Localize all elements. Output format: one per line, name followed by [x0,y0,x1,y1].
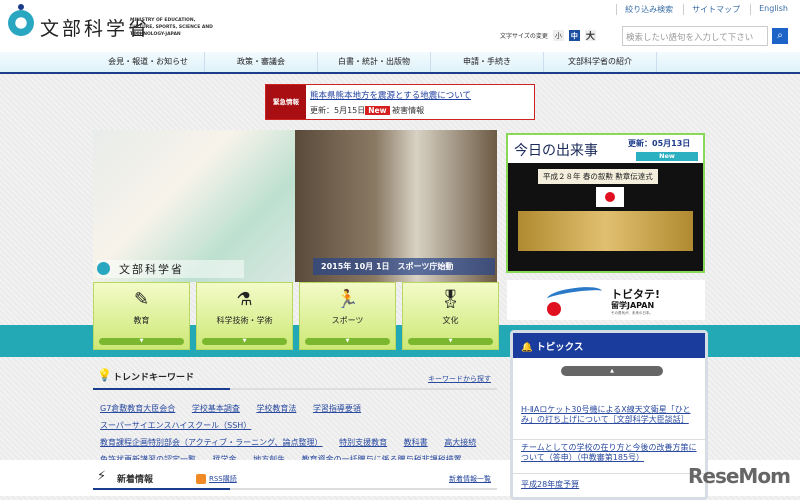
scroll-up-button[interactable]: ▲ [561,366,663,376]
utility-links: 絞り込み検索 サイトマップ English [616,4,788,15]
keyword-link[interactable]: 教育課程企画特別部会（アクティブ・ラーニング、論点整理） [100,438,323,447]
search-input[interactable]: 検索したい語句を入力して下さい [622,26,768,46]
alert-update: 更新：5月15日 New 被害情報 [310,105,424,116]
logo-english: MINISTRY OF EDUCATION, CULTURE, SPORTS, … [130,18,213,37]
ministry-logo-icon[interactable] [8,10,34,36]
banner-subtitle: 留学JAPAN [611,301,655,310]
today-header: 今日の出来事 更新：05月13日 New [508,135,703,163]
topics-panel: 🔔 トピックス ▲ H-ⅡAロケット30号機によるX線天文衛星「ひとみ」の打ち上… [510,330,708,500]
nav-press[interactable]: 会見・報道・お知らせ [92,52,205,72]
pencil-icon: ✎ [133,289,150,310]
topic-item[interactable]: チームとしての学校の在り方と今後の改善方策について（答申）（中教審第185号） [521,443,699,463]
keyword-link[interactable]: 学習指導要領 [313,404,361,413]
keyword-link[interactable]: 教科書 [404,438,428,447]
japan-flag [596,187,624,207]
font-size-small[interactable]: 小 [552,30,564,41]
divider [513,439,705,440]
keyword-link[interactable]: 特別支援教育 [339,438,387,447]
font-size-control: 文字サイズの変更 小 中 大 [500,30,596,42]
keyword-link[interactable]: 高大接続 [444,438,476,447]
chevron-down-icon: ▼ [202,338,287,345]
trend-header: 💡 トレンドキーワード キーワードから探す [93,366,497,390]
today-title: 今日の出来事 [514,143,598,159]
topics-header: 🔔 トピックス [513,333,705,358]
trend-title: トレンドキーワード [113,373,195,383]
alert-link[interactable]: 熊本県熊本地方を震源とする地震について [310,89,471,101]
keyword-link[interactable]: 学校教育法 [256,404,296,413]
watermark: ReseMom [688,464,791,488]
alert-suffix: 被害情報 [392,106,425,115]
sun-icon [547,302,561,316]
bell-icon: 🔔 [521,342,533,353]
font-size-medium[interactable]: 中 [568,30,580,41]
news-header: ⚡ 新着情報 RSS購読 新着情報一覧 [93,468,497,490]
sitemap-link[interactable]: サイトマップ [683,4,740,15]
lightbulb-icon: 💡 [97,368,112,382]
rss-link[interactable]: RSS購読 [209,474,237,484]
lightning-icon: ⚡ [97,469,107,484]
category-label: 文化 [442,316,459,325]
keyword-search-link[interactable]: キーワードから探す [428,374,491,384]
nav-policy[interactable]: 政策・審議会 [205,52,318,72]
news-title: 新着情報 [117,475,154,485]
topic-item[interactable]: 平成28年度予算 [521,480,699,490]
divider [513,473,705,474]
new-badge: New [636,152,698,161]
english-link[interactable]: English [750,4,788,15]
hero-logo-icon [97,262,110,275]
search-icon[interactable]: ⌕ [772,28,788,44]
chevron-down-icon: ▼ [305,338,390,345]
nav-about[interactable]: 文部科学省の紹介 [544,52,657,72]
category-label: スポーツ [331,316,364,325]
category-science[interactable]: ⚗ 科学技術・学術 ▼ [196,282,293,350]
hero-banner[interactable]: 文部科学省 2015年 10月 1日 スポーツ庁始動 [93,130,497,282]
category-education[interactable]: ✎ 教育 ▼ [93,282,190,350]
emergency-alert: 緊急情報 熊本県熊本地方を震源とする地震について 更新：5月15日 New 被害情… [265,84,535,120]
category-label: 科学技術・学術 [216,316,273,325]
category-culture[interactable]: 🎖 文化 ▼ [402,282,499,350]
alert-date: 更新：5月15日 [310,106,366,115]
filter-search-link[interactable]: 絞り込み検索 [616,4,673,15]
main-nav: 会見・報道・お知らせ 政策・審議会 白書・統計・出版物 申請・手続き 文部科学省… [0,52,800,74]
new-badge: New [365,106,390,115]
flask-icon: ⚗ [236,289,253,310]
today-event-panel[interactable]: 今日の出来事 更新：05月13日 New 平成２８年 春の叙勲 勲章伝達式 [506,133,705,273]
topics-title: トピックス [536,342,584,353]
today-date: 更新：05月13日 [628,139,691,148]
tobitate-banner[interactable]: トビタテ! 留学JAPAN その勇気が、未来の日本。 [507,280,705,320]
banner-tagline: その勇気が、未来の日本。 [611,311,653,315]
category-sports[interactable]: 🏃 スポーツ ▼ [299,282,396,350]
topic-item[interactable]: H-ⅡAロケット30号機によるX線天文衛星「ひとみ」の打ち上げについて［文部科学… [521,405,699,425]
alert-label: 緊急情報 [266,85,306,119]
keyword-link[interactable]: G7倉敷教育大臣会合 [100,404,175,413]
stage-photo [518,211,693,251]
font-size-large[interactable]: 大 [584,30,596,42]
chevron-down-icon: ▼ [408,338,493,345]
nav-applications[interactable]: 申請・手続き [431,52,544,72]
header: 文部科学省 MINISTRY OF EDUCATION, CULTURE, SP… [0,0,800,52]
runner-icon: 🏃 [336,289,359,310]
rss-icon[interactable] [196,474,206,484]
font-size-label: 文字サイズの変更 [500,33,548,40]
keyword-link[interactable]: 学校基本調査 [192,404,240,413]
chevron-down-icon: ▼ [99,338,184,345]
hero-caption: 2015年 10月 1日 スポーツ庁始動 [313,258,495,275]
news-list-link[interactable]: 新着情報一覧 [449,474,491,484]
medal-icon: 🎖 [439,289,462,310]
ceremony-sign: 平成２８年 春の叙勲 勲章伝達式 [538,169,658,184]
hero-logo: 文部科学省 [97,260,244,278]
nav-publications[interactable]: 白書・統計・出版物 [318,52,431,72]
category-label: 教育 [133,316,150,325]
keyword-link[interactable]: スーパーサイエンスハイスクール（SSH） [100,421,251,430]
